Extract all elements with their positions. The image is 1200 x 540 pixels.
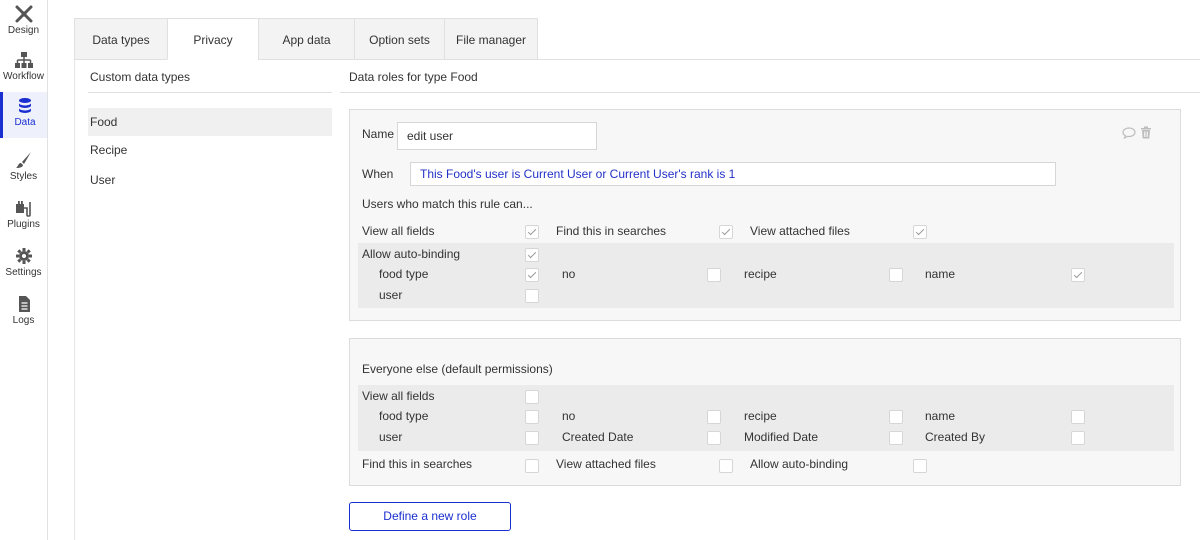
field-label-recipe: recipe bbox=[744, 267, 777, 281]
tab-file-manager[interactable]: File manager bbox=[444, 18, 538, 60]
rail-item-styles[interactable]: Styles bbox=[0, 146, 47, 192]
default-field-checkbox-no[interactable] bbox=[707, 410, 721, 424]
default-find-in-searches-checkbox[interactable] bbox=[525, 459, 539, 473]
default-allow-auto-binding-checkbox[interactable] bbox=[913, 459, 927, 473]
default-fields-section: View all fields food type no recipe name… bbox=[358, 385, 1174, 451]
field-label-name: name bbox=[925, 267, 956, 281]
view-all-fields-label: View all fields bbox=[362, 224, 435, 238]
rail-item-settings[interactable]: Settings bbox=[0, 242, 47, 288]
default-view-all-fields-label: View all fields bbox=[362, 389, 435, 403]
data-type-food[interactable]: Food bbox=[88, 108, 332, 136]
rail-item-workflow[interactable]: Workflow bbox=[0, 46, 47, 92]
when-condition-input[interactable] bbox=[410, 162, 1056, 186]
default-field-checkbox-user[interactable] bbox=[525, 431, 539, 445]
rail-label-styles: Styles bbox=[9, 171, 38, 182]
trash-icon[interactable] bbox=[1140, 126, 1152, 139]
plug-icon bbox=[15, 201, 31, 217]
users-rule-caption: Users who match this rule can... bbox=[362, 197, 533, 211]
view-attached-files-label: View attached files bbox=[750, 224, 850, 238]
allow-auto-binding-label: Allow auto-binding bbox=[362, 247, 461, 261]
when-label: When bbox=[362, 167, 394, 181]
custom-data-types-heading: Custom data types bbox=[90, 70, 191, 84]
default-field-checkbox-name[interactable] bbox=[1071, 410, 1085, 424]
default-field-label-food-type: food type bbox=[379, 409, 429, 423]
field-checkbox-recipe[interactable] bbox=[889, 268, 903, 282]
field-checkbox-user[interactable] bbox=[525, 289, 539, 303]
default-field-label-created-by: Created By bbox=[925, 430, 986, 444]
role-actions bbox=[1122, 126, 1154, 140]
rail-item-data[interactable]: Data bbox=[0, 92, 47, 138]
rail-label-plugins: Plugins bbox=[7, 219, 40, 230]
divider bbox=[340, 92, 1200, 93]
default-field-label-user: user bbox=[379, 430, 403, 444]
content-left-border bbox=[74, 60, 75, 540]
database-icon bbox=[19, 98, 31, 113]
data-type-user[interactable]: User bbox=[88, 166, 332, 194]
default-field-checkbox-created-date[interactable] bbox=[707, 431, 721, 445]
tab-divider bbox=[538, 59, 1200, 60]
default-field-label-recipe: recipe bbox=[744, 409, 777, 423]
default-view-attached-files-checkbox[interactable] bbox=[719, 459, 733, 473]
workflow-sitemap-icon bbox=[14, 52, 33, 68]
field-checkbox-name[interactable] bbox=[1071, 268, 1085, 282]
default-field-checkbox-modified-date[interactable] bbox=[889, 431, 903, 445]
role-card: Name When Users who match this rule can.… bbox=[349, 109, 1181, 321]
find-in-searches-label: Find this in searches bbox=[556, 224, 667, 238]
rail-label-settings: Settings bbox=[5, 267, 42, 278]
rail-item-plugins[interactable]: Plugins bbox=[0, 194, 47, 240]
default-permissions-card: Everyone else (default permissions) View… bbox=[349, 338, 1181, 486]
gear-icon bbox=[15, 248, 32, 264]
field-label-food-type: food type bbox=[379, 267, 429, 281]
default-find-in-searches-label: Find this in searches bbox=[362, 457, 473, 471]
tab-app-data[interactable]: App data bbox=[258, 18, 355, 60]
app-sidebar: Design Workflow Data Styles Plugins Sett… bbox=[0, 0, 48, 540]
data-roles-heading: Data roles for type Food bbox=[349, 70, 478, 84]
default-field-label-created-date: Created Date bbox=[562, 430, 634, 444]
rail-label-workflow: Workflow bbox=[3, 71, 44, 82]
rail-item-design[interactable]: Design bbox=[0, 0, 47, 46]
rail-label-data: Data bbox=[14, 117, 36, 128]
default-view-all-fields-checkbox[interactable] bbox=[525, 390, 539, 404]
find-in-searches-checkbox[interactable] bbox=[719, 225, 733, 239]
role-name-input[interactable] bbox=[397, 122, 597, 150]
brush-icon bbox=[15, 152, 31, 168]
allow-auto-binding-checkbox[interactable] bbox=[525, 248, 539, 262]
comment-icon[interactable] bbox=[1122, 127, 1136, 139]
default-field-label-name: name bbox=[925, 409, 956, 423]
default-view-attached-files-label: View attached files bbox=[556, 457, 656, 471]
document-icon bbox=[18, 296, 30, 312]
default-field-checkbox-recipe[interactable] bbox=[889, 410, 903, 424]
rail-item-logs[interactable]: Logs bbox=[0, 290, 47, 336]
name-label: Name bbox=[362, 127, 395, 141]
view-attached-files-checkbox[interactable] bbox=[913, 225, 927, 239]
divider bbox=[88, 92, 332, 93]
define-new-role-button[interactable]: Define a new role bbox=[349, 502, 511, 531]
default-field-label-modified-date: Modified Date bbox=[744, 430, 819, 444]
field-checkbox-no[interactable] bbox=[707, 268, 721, 282]
design-tools-icon bbox=[15, 5, 32, 23]
field-label-no: no bbox=[562, 267, 576, 281]
auto-binding-section: Allow auto-binding food type no recipe n… bbox=[358, 243, 1174, 308]
tab-option-sets[interactable]: Option sets bbox=[354, 18, 445, 60]
data-type-recipe[interactable]: Recipe bbox=[88, 136, 332, 164]
default-permissions-heading: Everyone else (default permissions) bbox=[362, 362, 553, 376]
default-field-label-no: no bbox=[562, 409, 576, 423]
rail-label-design: Design bbox=[7, 25, 40, 36]
tab-data-types[interactable]: Data types bbox=[74, 18, 168, 60]
default-field-checkbox-created-by[interactable] bbox=[1071, 431, 1085, 445]
default-allow-auto-binding-label: Allow auto-binding bbox=[750, 457, 849, 471]
view-all-fields-checkbox[interactable] bbox=[525, 225, 539, 239]
default-field-checkbox-food-type[interactable] bbox=[525, 410, 539, 424]
rail-label-logs: Logs bbox=[12, 315, 35, 326]
field-checkbox-food-type[interactable] bbox=[525, 268, 539, 282]
field-label-user: user bbox=[379, 288, 403, 302]
tab-privacy[interactable]: Privacy bbox=[167, 18, 259, 60]
